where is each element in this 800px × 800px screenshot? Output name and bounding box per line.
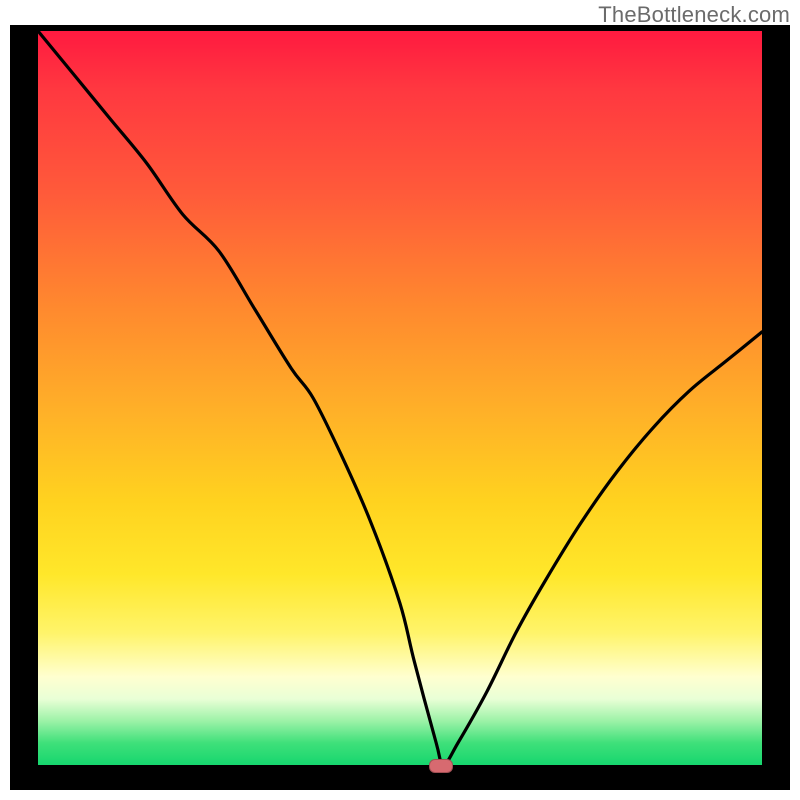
chart-frame [10,25,790,790]
optimum-marker [429,759,453,773]
bottleneck-curve [38,31,762,765]
plot-area [38,31,762,765]
page-root: TheBottleneck.com [0,0,800,800]
watermark-text: TheBottleneck.com [598,2,790,28]
